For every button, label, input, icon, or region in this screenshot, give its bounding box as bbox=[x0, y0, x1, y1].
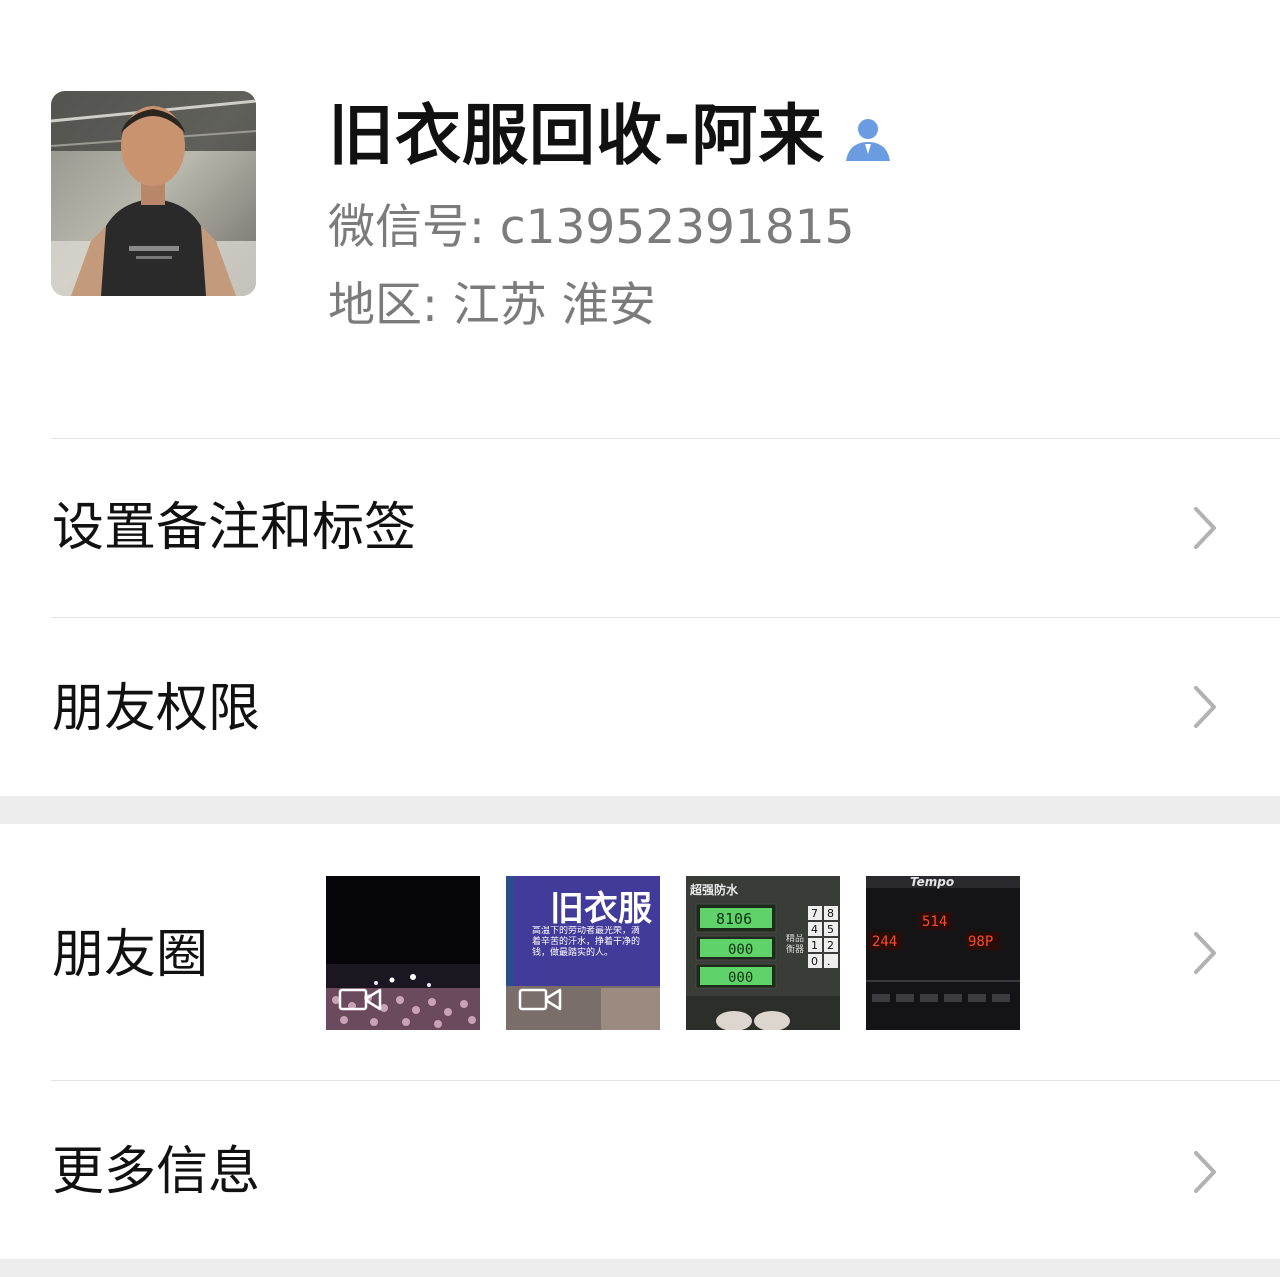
console-reading: 514 bbox=[922, 914, 947, 930]
recycling-sign-photo: 旧衣服 高温下的劳动者最光荣，滴着辛苦的汗水，挣着干净的钱，做最踏实的人。 bbox=[506, 876, 660, 1030]
contact-name-row: 旧衣服回收-阿来 bbox=[328, 96, 893, 176]
profile-header: 旧衣服回收-阿来 微信号: c13952391815 地区: 江苏 淮安 bbox=[0, 0, 1280, 438]
keypad-key: 5 bbox=[827, 923, 834, 936]
section-gap bbox=[0, 796, 1280, 824]
scale-reading: 8106 bbox=[716, 910, 752, 928]
night-crowd-photo bbox=[326, 876, 480, 1030]
chevron-right-icon bbox=[1194, 932, 1216, 974]
moments-thumbnail[interactable]: 超强防水 8106 000 000 7 8 4 5 1 2 0 . 精品衡器 bbox=[686, 876, 840, 1030]
region: 地区: 江苏 淮安 bbox=[328, 278, 656, 333]
keypad-key: 4 bbox=[811, 923, 818, 936]
scale-side-text: 精品衡器 bbox=[786, 934, 804, 955]
scale-display-photo: 超强防水 8106 000 000 7 8 4 5 1 2 0 . 精品衡器 bbox=[686, 876, 840, 1030]
chevron-right-icon bbox=[1194, 686, 1216, 728]
remark-tags-label: 设置备注和标签 bbox=[52, 498, 417, 558]
remark-tags-row[interactable]: 设置备注和标签 bbox=[0, 439, 1280, 617]
scale-reading: 000 bbox=[728, 970, 753, 986]
keypad-key: . bbox=[827, 955, 831, 968]
moments-thumbnail[interactable] bbox=[326, 876, 480, 1030]
avatar[interactable] bbox=[51, 91, 256, 296]
friend-permissions-label: 朋友权限 bbox=[52, 679, 261, 739]
contact-name: 旧衣服回收-阿来 bbox=[328, 97, 826, 174]
sign-text: 旧衣服 bbox=[550, 889, 652, 929]
chevron-right-icon bbox=[1194, 1151, 1216, 1193]
person-icon bbox=[846, 119, 891, 161]
more-info-row[interactable]: 更多信息 bbox=[0, 1081, 1280, 1259]
keypad-key: 2 bbox=[827, 939, 834, 952]
brand-text: Tempo bbox=[910, 876, 954, 889]
console-reading: 244 bbox=[872, 934, 897, 950]
avatar-photo bbox=[51, 91, 256, 296]
keypad-key: 1 bbox=[811, 939, 818, 952]
friend-permissions-row[interactable]: 朋友权限 bbox=[0, 618, 1280, 796]
keypad-key: 7 bbox=[811, 907, 818, 920]
more-info-label: 更多信息 bbox=[52, 1142, 261, 1202]
keypad-key: 0 bbox=[811, 955, 818, 968]
caption-text: 高温下的劳动者最光荣，滴着辛苦的汗水，挣着干净的钱，做最踏实的人。 bbox=[532, 926, 641, 958]
keypad-key: 8 bbox=[827, 907, 834, 920]
scale-header: 超强防水 bbox=[689, 882, 739, 897]
moments-thumbnail[interactable]: 旧衣服 高温下的劳动者最光荣，滴着辛苦的汗水，挣着干净的钱，做最踏实的人。 bbox=[506, 876, 660, 1030]
treadmill-console-photo: Tempo 514 244 98P bbox=[866, 876, 1020, 1030]
console-reading: 98P bbox=[968, 934, 993, 950]
wechat-id: 微信号: c13952391815 bbox=[328, 200, 855, 255]
chevron-right-icon bbox=[1194, 507, 1216, 549]
scale-reading: 000 bbox=[728, 942, 753, 958]
section-gap bbox=[0, 1259, 1280, 1277]
moments-label: 朋友圈 bbox=[52, 925, 209, 985]
moments-thumbnail[interactable]: Tempo 514 244 98P bbox=[866, 876, 1020, 1030]
